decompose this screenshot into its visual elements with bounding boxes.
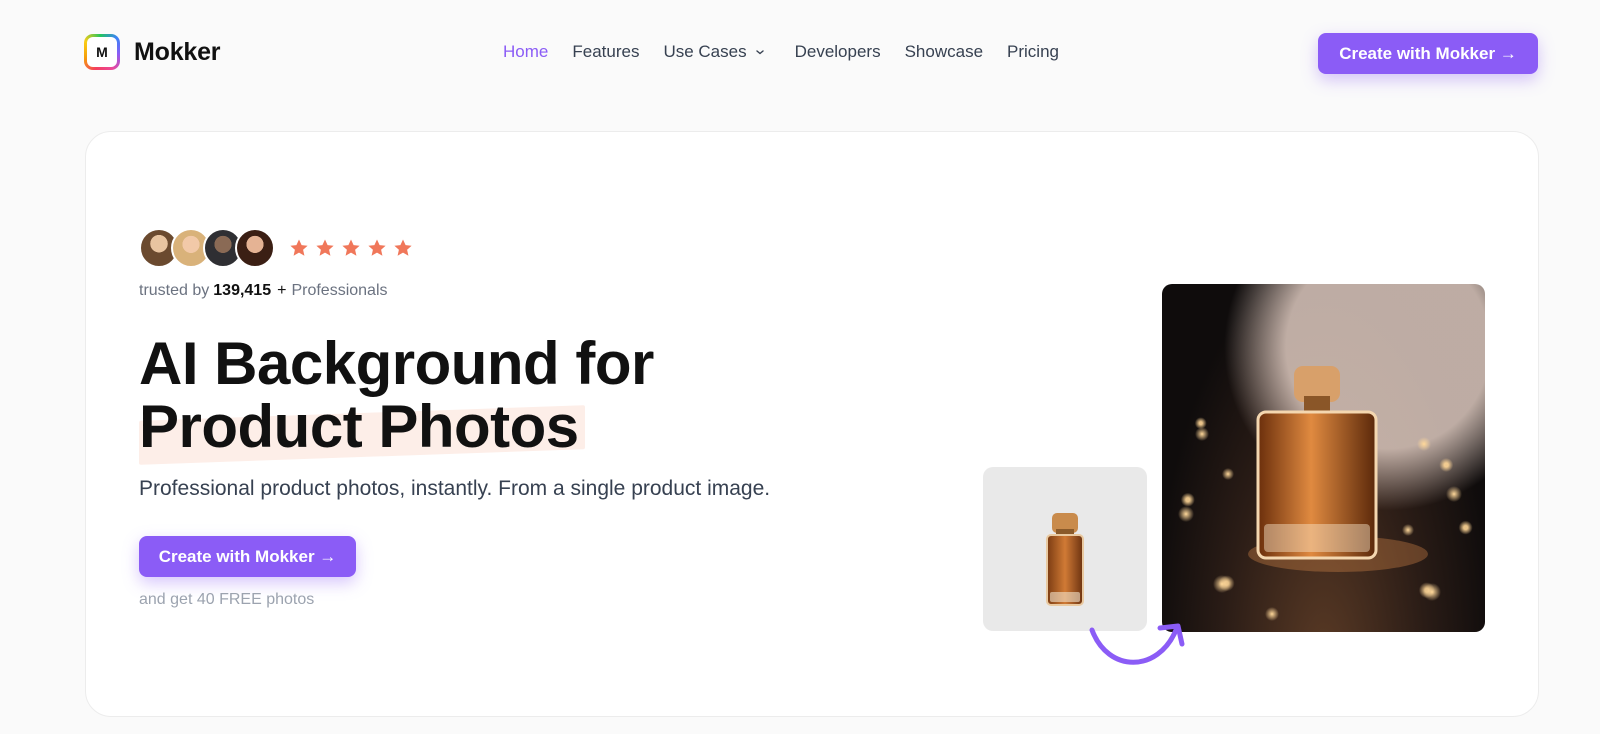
perfume-bottle-icon: [1046, 513, 1084, 606]
page-title: AI Background for Product Photos: [139, 330, 654, 465]
nav-item-showcase[interactable]: Showcase: [905, 42, 983, 62]
hero-card: trusted by 139,415 + Professionals AI Ba…: [85, 131, 1539, 717]
star-icon: [342, 239, 360, 256]
trusted-prefix: trusted by: [139, 282, 210, 299]
free-photos-note: and get 40 FREE photos: [139, 591, 315, 608]
trusted-plus: +: [277, 282, 287, 299]
hero-subtitle: Professional product photos, instantly. …: [139, 477, 771, 500]
before-product-image: [983, 467, 1147, 631]
nav-item-use-cases[interactable]: Use Cases: [663, 42, 764, 62]
mokker-logo-icon: M: [84, 34, 120, 70]
trusted-count: 139,415: [213, 282, 272, 299]
top-navigation: M Mokker Home Features Use Cases Develop…: [0, 0, 1600, 108]
chevron-down-icon: [755, 50, 764, 55]
hero-create-button[interactable]: Create with Mokker →: [139, 536, 356, 577]
brand-logo-link[interactable]: M Mokker: [84, 34, 221, 70]
headline-line-2: Product Photos: [139, 393, 579, 460]
headline-line-1: AI Background for: [139, 330, 654, 397]
curved-arrow-icon: [1089, 623, 1185, 665]
avatar: [235, 228, 275, 268]
perfume-bottle-icon: [1178, 366, 1462, 621]
brand-name: Mokker: [134, 37, 221, 66]
star-icon: [316, 239, 334, 256]
star-icon: [368, 239, 386, 256]
trusted-suffix: Professionals: [291, 282, 388, 299]
logo-letter: M: [87, 37, 117, 67]
nav-item-use-cases-label: Use Cases: [663, 42, 747, 61]
nav-item-features[interactable]: Features: [572, 42, 639, 62]
customer-avatars: [139, 228, 275, 268]
nav-item-home[interactable]: Home: [503, 42, 548, 62]
trusted-by-text: trusted by 139,415 + Professionals: [139, 282, 388, 300]
after-product-image: [1162, 284, 1485, 632]
headline-line-2-wrap: Product Photos: [139, 393, 585, 465]
star-icon: [394, 239, 412, 256]
nav-item-pricing[interactable]: Pricing: [1007, 42, 1059, 62]
main-menu: Home Features Use Cases Developers Showc…: [503, 42, 1059, 62]
star-icon: [290, 239, 308, 256]
nav-item-developers[interactable]: Developers: [795, 42, 881, 62]
rating-stars: [289, 238, 413, 258]
nav-create-button[interactable]: Create with Mokker →: [1318, 33, 1538, 74]
